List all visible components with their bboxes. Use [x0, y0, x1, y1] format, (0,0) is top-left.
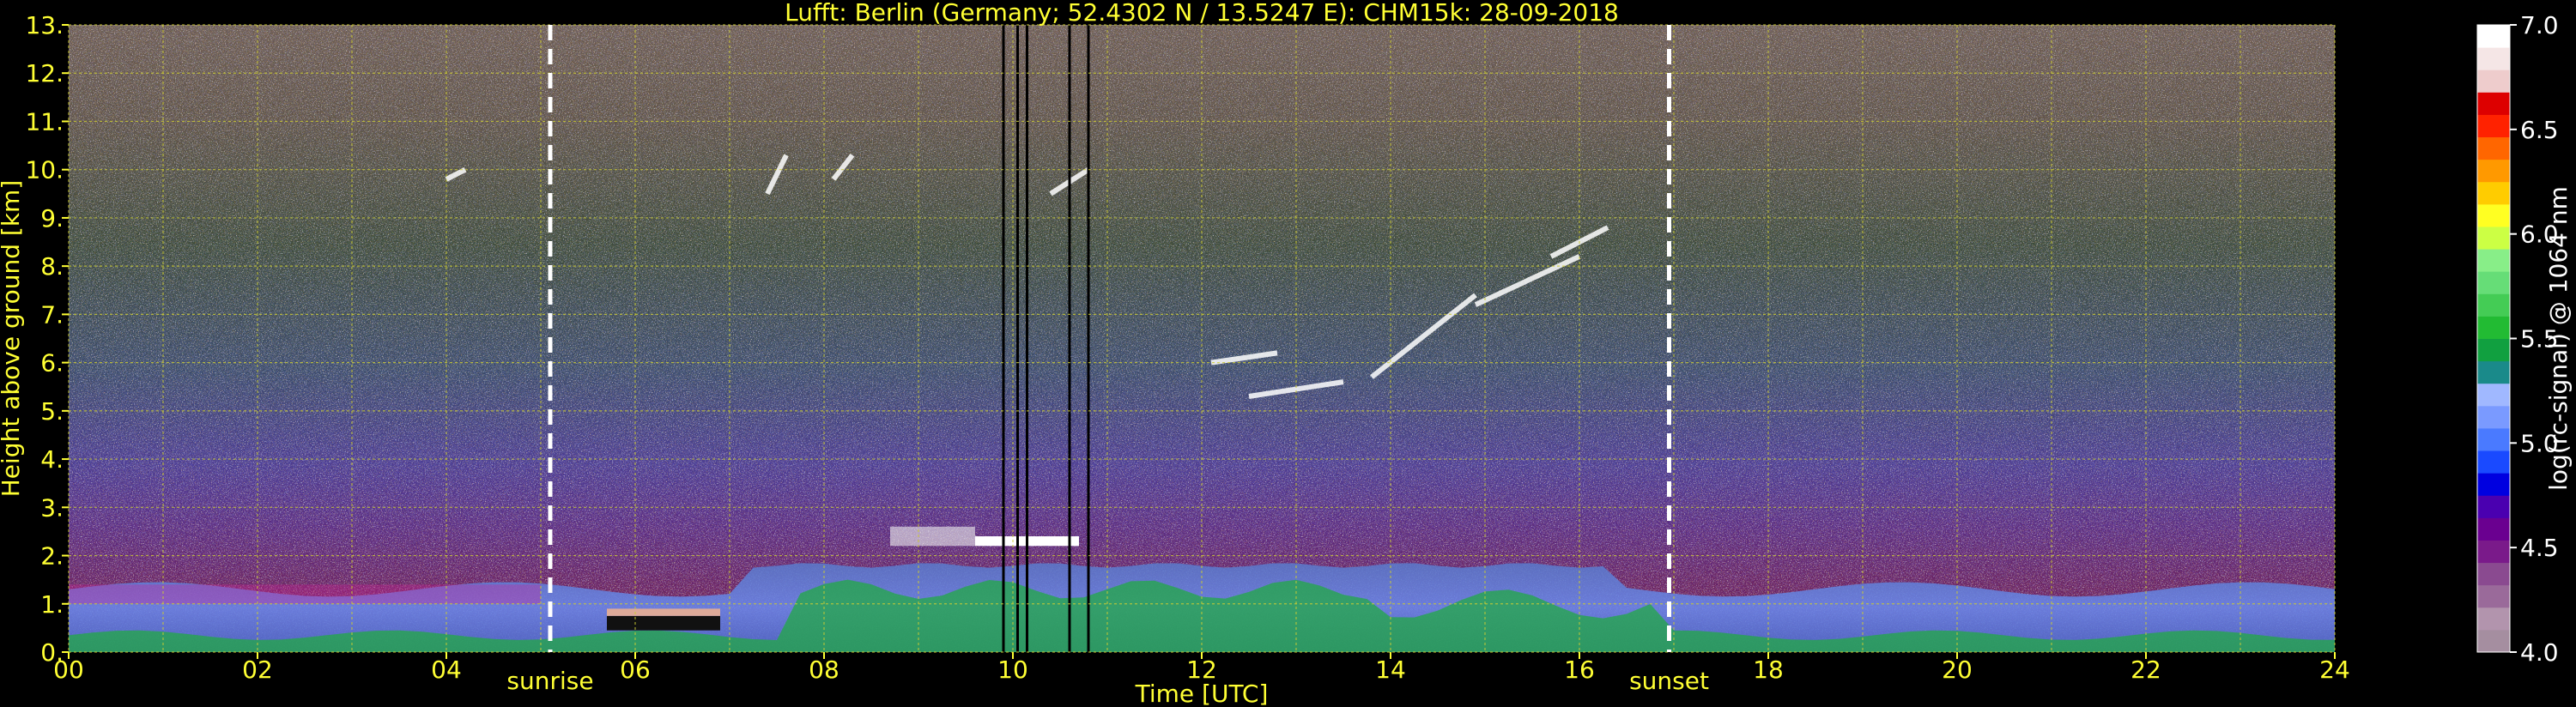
colorbar-swatch [2477, 607, 2510, 631]
colorbar-swatch [2477, 338, 2510, 362]
colorbar-swatch [2477, 540, 2510, 564]
colorbar-swatch [2477, 517, 2510, 541]
y-tick-label: 0. [40, 638, 64, 667]
cloud-base-patch [607, 615, 720, 631]
y-tick-label: 13. [25, 11, 64, 39]
colorbar-swatch [2477, 159, 2510, 183]
colorbar-swatch [2477, 383, 2510, 407]
colorbar-tick-label: 7.0 [2520, 11, 2559, 39]
sunrise-label: sunrise [506, 667, 593, 695]
colorbar-swatch [2477, 584, 2510, 608]
colorbar-swatch [2477, 629, 2510, 653]
y-tick-label: 11. [25, 107, 64, 136]
colorbar-swatch [2477, 203, 2510, 227]
x-tick-label: 14 [1375, 656, 1406, 684]
y-tick-label: 8. [40, 252, 64, 281]
cloud-top-patch [607, 608, 720, 616]
y-axis-ticks: 0. 1. 2. 3. 4. 5. 6. 7. 8. 9. 10. 11. 12. 13. [25, 11, 69, 667]
x-tick-label: 02 [242, 656, 273, 684]
colorbar-swatch [2477, 47, 2510, 70]
x-tick-label: 24 [2319, 656, 2350, 684]
y-tick-label: 9. [40, 204, 64, 233]
colorbar-swatch [2477, 360, 2510, 384]
lidar-chart: Lufft: Berlin (Germany; 52.4302 N / 13.5… [0, 0, 2573, 707]
annotations: sunrise sunset [506, 667, 1709, 695]
colorbar-swatch [2477, 316, 2510, 339]
colorbar-swatch [2477, 226, 2510, 250]
colorbar-swatch [2477, 405, 2510, 429]
colorbar-swatch [2477, 25, 2510, 48]
y-tick-label: 1. [40, 590, 64, 619]
colorbar-swatch [2477, 114, 2510, 138]
plot-area [68, 24, 2336, 653]
x-tick-label: 18 [1753, 656, 1784, 684]
x-tick-label: 08 [809, 656, 839, 684]
x-tick-label: 16 [1564, 656, 1595, 684]
y-tick-label: 10. [25, 156, 64, 184]
y-tick-label: 5. [40, 397, 64, 426]
colorbar-swatch [2477, 293, 2510, 317]
x-tick-label: 12 [1186, 656, 1217, 684]
colorbar-swatch [2477, 562, 2510, 586]
y-tick-label: 2. [40, 542, 64, 571]
y-tick-label: 12. [25, 59, 64, 88]
chart-title: Lufft: Berlin (Germany; 52.4302 N / 13.5… [785, 0, 1619, 27]
colorbar-swatch [2477, 136, 2510, 160]
sunset-label: sunset [1629, 667, 1709, 695]
x-tick-label: 22 [2131, 656, 2161, 684]
colorbar-swatch [2477, 473, 2510, 496]
colorbar-tick-label: 4.5 [2520, 534, 2559, 562]
x-tick-label: 10 [997, 656, 1028, 684]
x-tick-label: 20 [1942, 656, 1973, 684]
y-tick-label: 4. [40, 445, 64, 474]
x-tick-label: 04 [431, 656, 462, 684]
y-axis-label: Height above ground [km] [0, 180, 25, 498]
colorbar-label: log(rc-signal) @ 1064 nm [2544, 186, 2573, 491]
aerosol-band [69, 584, 541, 604]
colorbar-swatch [2477, 450, 2510, 474]
colorbar-swatch [2477, 271, 2510, 294]
colorbar-swatch [2477, 92, 2510, 115]
colorbar-tick-label: 4.0 [2520, 638, 2559, 667]
colorbar-swatch [2477, 69, 2510, 93]
colorbar: 4.04.55.05.56.06.57.0 log(rc-signal) @ 1… [2476, 11, 2573, 667]
colorbar-tick-label: 6.5 [2520, 116, 2559, 144]
x-axis-ticks: 00 02 04 06 08 10 12 14 16 18 20 22 24 [53, 652, 2350, 684]
y-tick-label: 7. [40, 300, 64, 329]
y-tick-label: 3. [40, 493, 64, 522]
x-tick-label: 06 [620, 656, 651, 684]
colorbar-swatch [2477, 249, 2510, 272]
colorbar-swatch [2477, 181, 2510, 205]
colorbar-swatch [2477, 427, 2510, 451]
cloud-layer [890, 526, 975, 547]
y-tick-label: 6. [40, 349, 64, 378]
colorbar-swatch [2477, 495, 2510, 518]
